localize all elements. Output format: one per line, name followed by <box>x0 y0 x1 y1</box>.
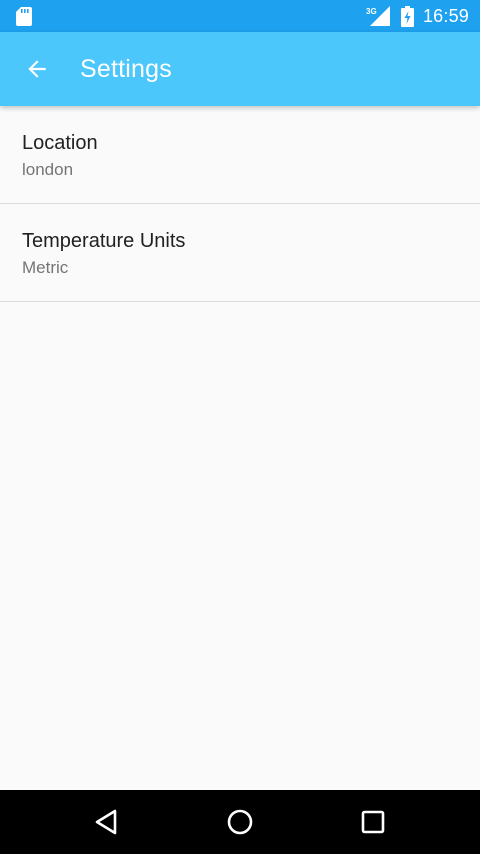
status-right: 3G 16:59 <box>366 5 469 27</box>
screen: 3G 16:59 Settings Location london Temper… <box>0 0 480 854</box>
setting-summary: london <box>22 160 74 179</box>
status-left <box>16 6 32 26</box>
nav-back-button[interactable] <box>83 798 131 846</box>
toolbar: Settings <box>0 32 480 106</box>
setting-title: Location <box>22 132 98 154</box>
network-type-label: 3G <box>366 7 377 16</box>
battery-charging-icon <box>400 5 423 27</box>
signal-3g-icon: 3G <box>366 6 401 26</box>
setting-title: Temperature Units <box>22 230 186 252</box>
setting-temperature-units[interactable]: Temperature Units Metric <box>0 204 480 302</box>
nav-recents-button[interactable] <box>349 798 397 846</box>
sd-card-icon <box>16 6 32 26</box>
page-title: Settings <box>80 54 172 83</box>
back-button[interactable] <box>0 32 74 106</box>
home-circle-icon <box>227 809 253 835</box>
nav-home-button[interactable] <box>216 798 264 846</box>
setting-summary: Metric <box>22 258 69 277</box>
status-bar: 3G 16:59 <box>0 0 480 32</box>
back-triangle-icon <box>95 809 117 835</box>
settings-list: Location london Temperature Units Metric <box>0 106 480 302</box>
navigation-bar <box>0 790 480 854</box>
status-time: 16:59 <box>422 5 469 26</box>
arrow-back-icon <box>28 60 46 78</box>
setting-location[interactable]: Location london <box>0 106 480 204</box>
recents-square-icon <box>361 810 385 834</box>
